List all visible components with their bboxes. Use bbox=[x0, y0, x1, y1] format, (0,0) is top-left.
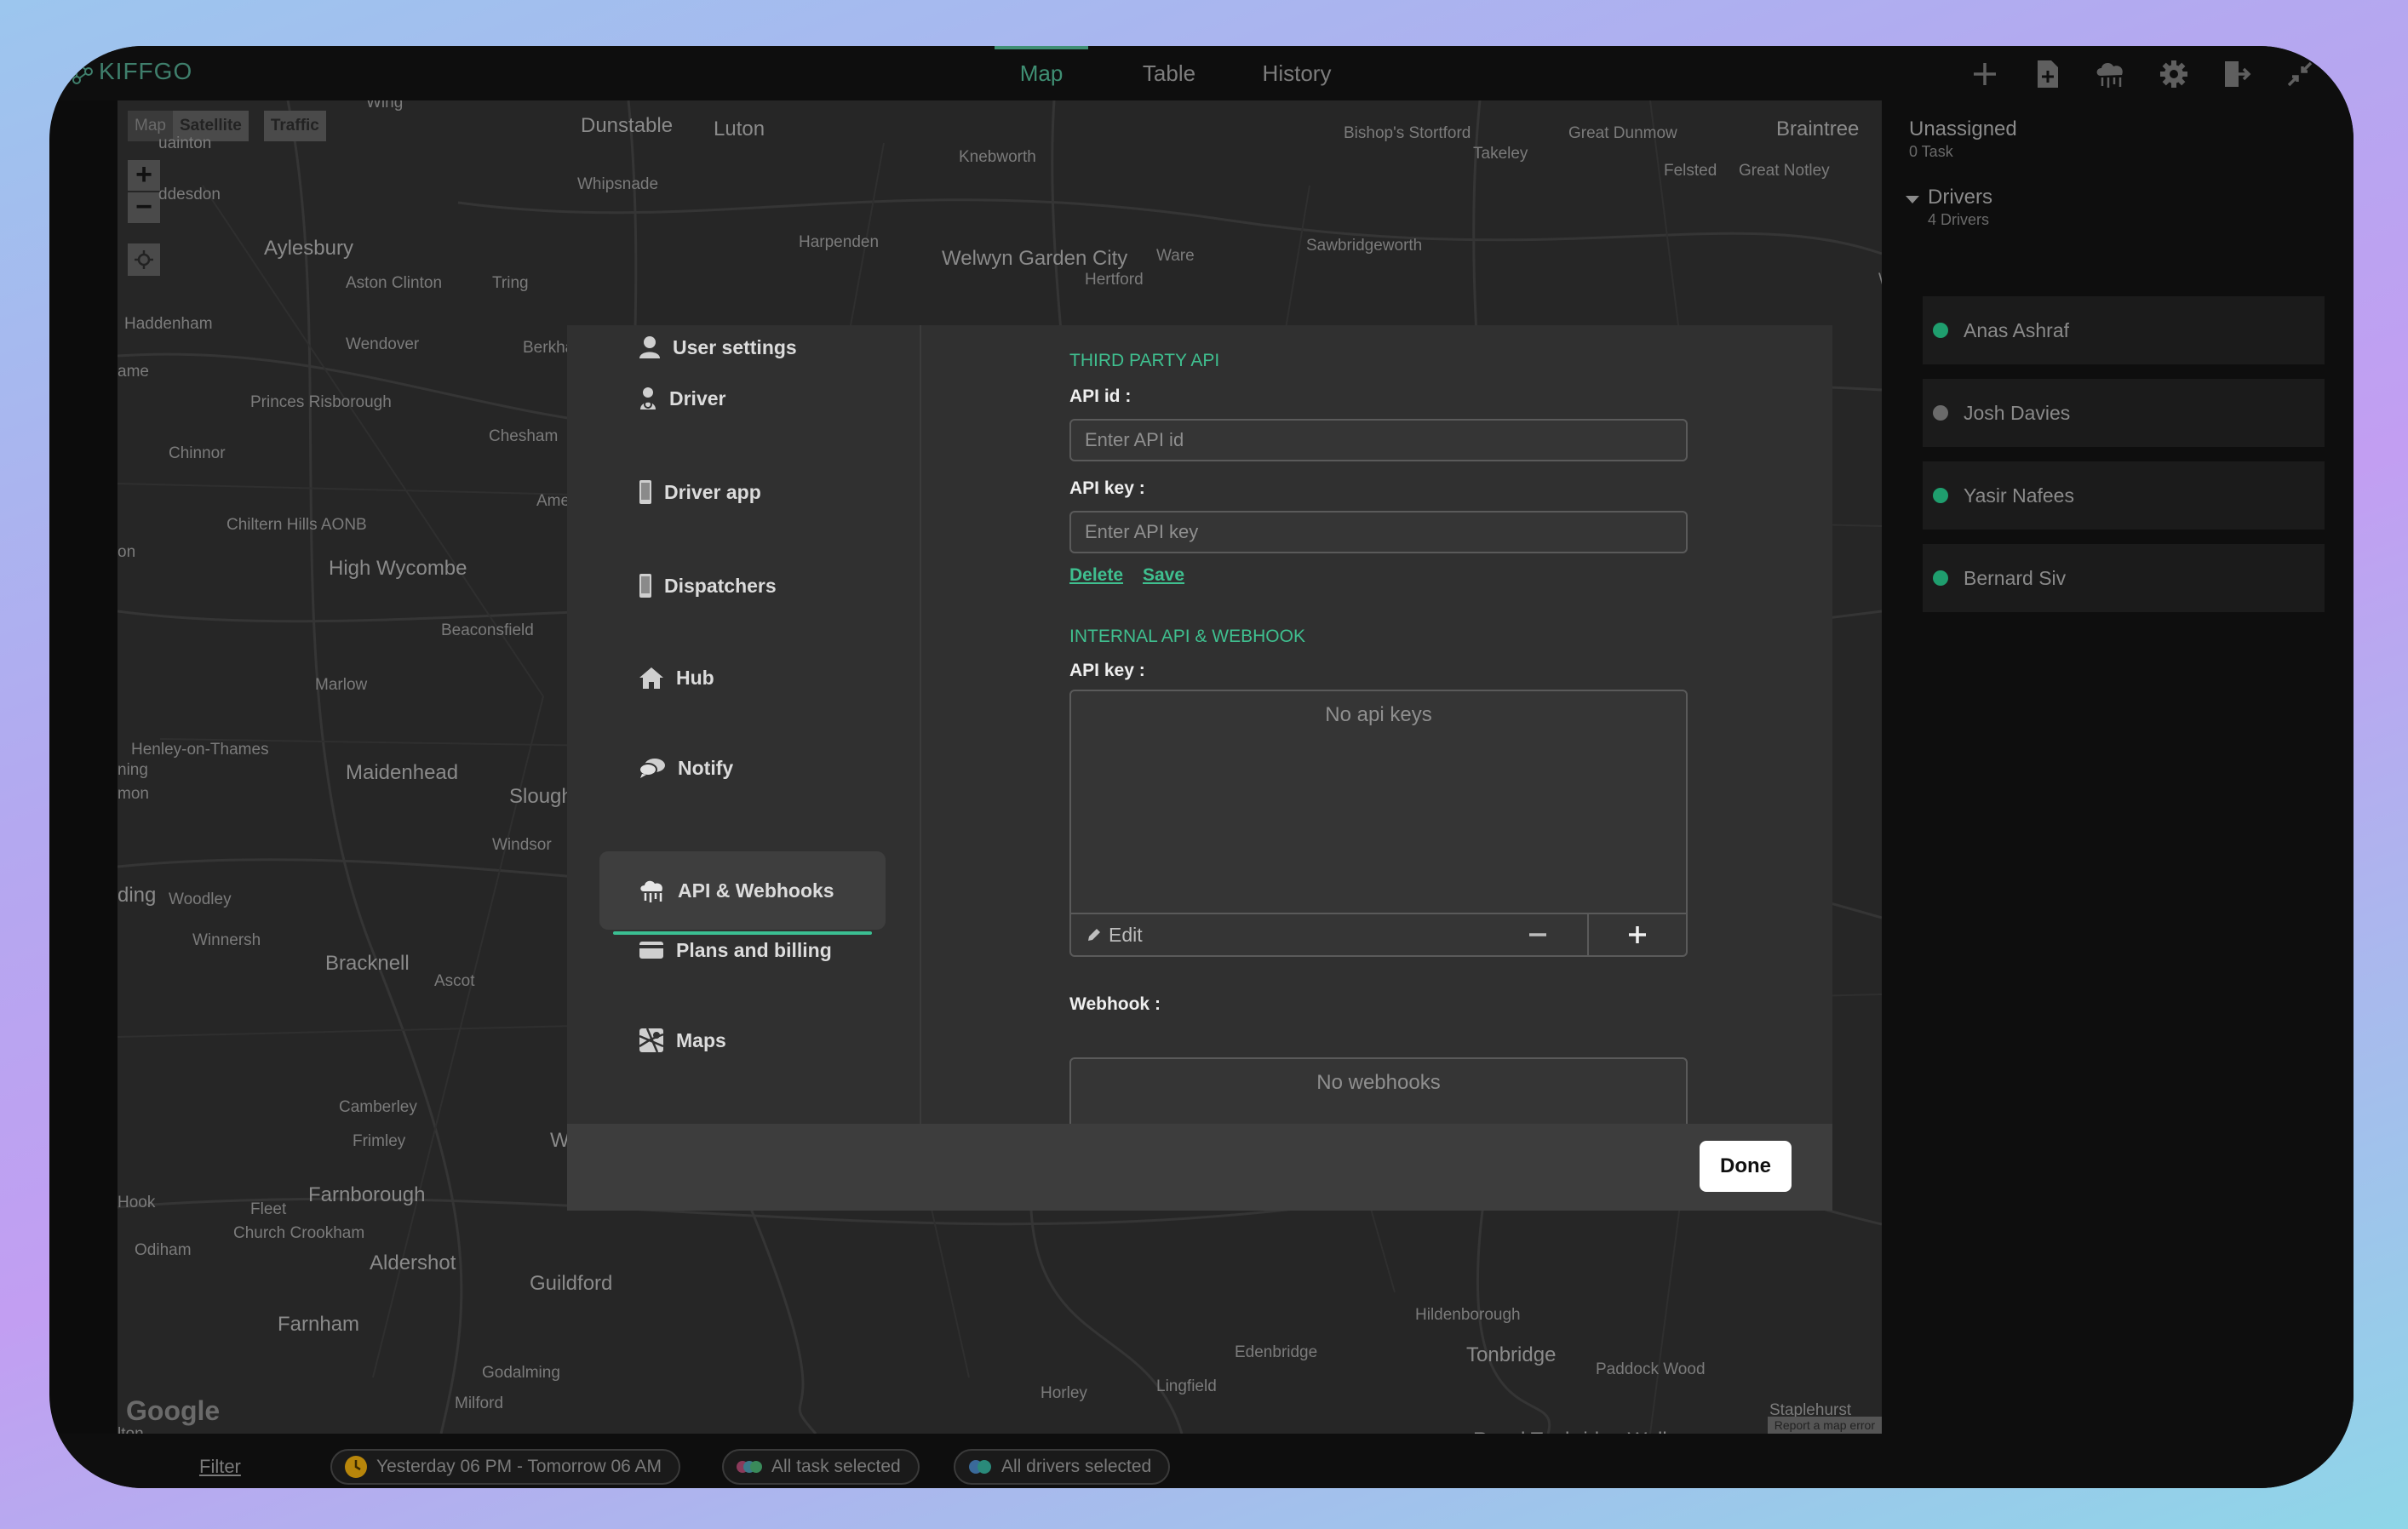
menu-item-notify[interactable]: Notify bbox=[599, 729, 886, 807]
edit-label: Edit bbox=[1109, 923, 1143, 946]
third-party-api-heading: THIRD PARTY API bbox=[1069, 351, 1220, 370]
menu-item-driver-app[interactable]: Driver app bbox=[599, 453, 886, 531]
credit-card-icon bbox=[639, 942, 663, 959]
minus-icon bbox=[1529, 933, 1546, 936]
chat-bubbles-icon bbox=[639, 759, 665, 778]
add-api-key-button[interactable] bbox=[1587, 914, 1686, 955]
api-key-label: API key : bbox=[1069, 478, 1145, 498]
api-id-input[interactable] bbox=[1069, 419, 1688, 461]
menu-item-label: API & Webhooks bbox=[678, 879, 834, 902]
phone-icon bbox=[639, 480, 651, 504]
menu-item-driver[interactable]: Driver bbox=[599, 359, 886, 438]
phone-icon bbox=[639, 574, 651, 598]
internal-api-key-label: API key : bbox=[1069, 661, 1145, 680]
menu-item-label: Driver app bbox=[664, 480, 761, 503]
api-webhooks-panel: THIRD PARTY API API id : API key : Delet… bbox=[921, 325, 1832, 1160]
menu-item-dispatchers[interactable]: Dispatchers bbox=[599, 547, 886, 625]
home-icon bbox=[639, 667, 663, 689]
pencil-icon bbox=[1088, 929, 1100, 941]
menu-item-label: Hub bbox=[676, 666, 714, 689]
menu-item-label: Maps bbox=[676, 1028, 726, 1051]
settings-menu: User settings Driver Driver app Dispatch… bbox=[567, 325, 921, 1124]
settings-modal: User settings Driver Driver app Dispatch… bbox=[567, 325, 1832, 1211]
webhook-label: Webhook : bbox=[1069, 994, 1161, 1014]
menu-item-label: Dispatchers bbox=[664, 574, 777, 597]
empty-webhooks-message: No webhooks bbox=[1316, 1071, 1441, 1094]
edit-api-keys-button[interactable]: Edit bbox=[1071, 914, 1488, 955]
empty-api-keys-message: No api keys bbox=[1325, 703, 1432, 726]
remove-api-key-button[interactable] bbox=[1488, 914, 1587, 955]
driver-icon bbox=[640, 387, 656, 409]
internal-api-heading: INTERNAL API & WEBHOOK bbox=[1069, 627, 1305, 646]
menu-item-label: Notify bbox=[678, 756, 734, 779]
menu-item-plans-billing[interactable]: Plans and billing bbox=[599, 911, 886, 989]
api-keys-toolbar: Edit bbox=[1071, 913, 1686, 955]
done-button[interactable]: Done bbox=[1700, 1141, 1792, 1192]
cloud-api-icon bbox=[640, 880, 662, 902]
menu-item-hub[interactable]: Hub bbox=[599, 639, 886, 717]
user-icon bbox=[639, 336, 660, 358]
plus-icon bbox=[1629, 926, 1646, 943]
save-link[interactable]: Save bbox=[1143, 565, 1184, 586]
modal-footer: Done bbox=[567, 1124, 1832, 1211]
delete-link[interactable]: Delete bbox=[1069, 565, 1123, 586]
menu-item-maps[interactable]: Maps bbox=[599, 1001, 886, 1079]
api-key-input[interactable] bbox=[1069, 511, 1688, 553]
api-id-label: API id : bbox=[1069, 387, 1132, 406]
menu-item-label: Driver bbox=[669, 387, 726, 409]
menu-item-label: Plans and billing bbox=[676, 938, 832, 961]
api-keys-list: No api keys Edit bbox=[1069, 690, 1688, 957]
menu-item-label: User settings bbox=[673, 335, 797, 358]
map-icon bbox=[639, 1028, 664, 1053]
